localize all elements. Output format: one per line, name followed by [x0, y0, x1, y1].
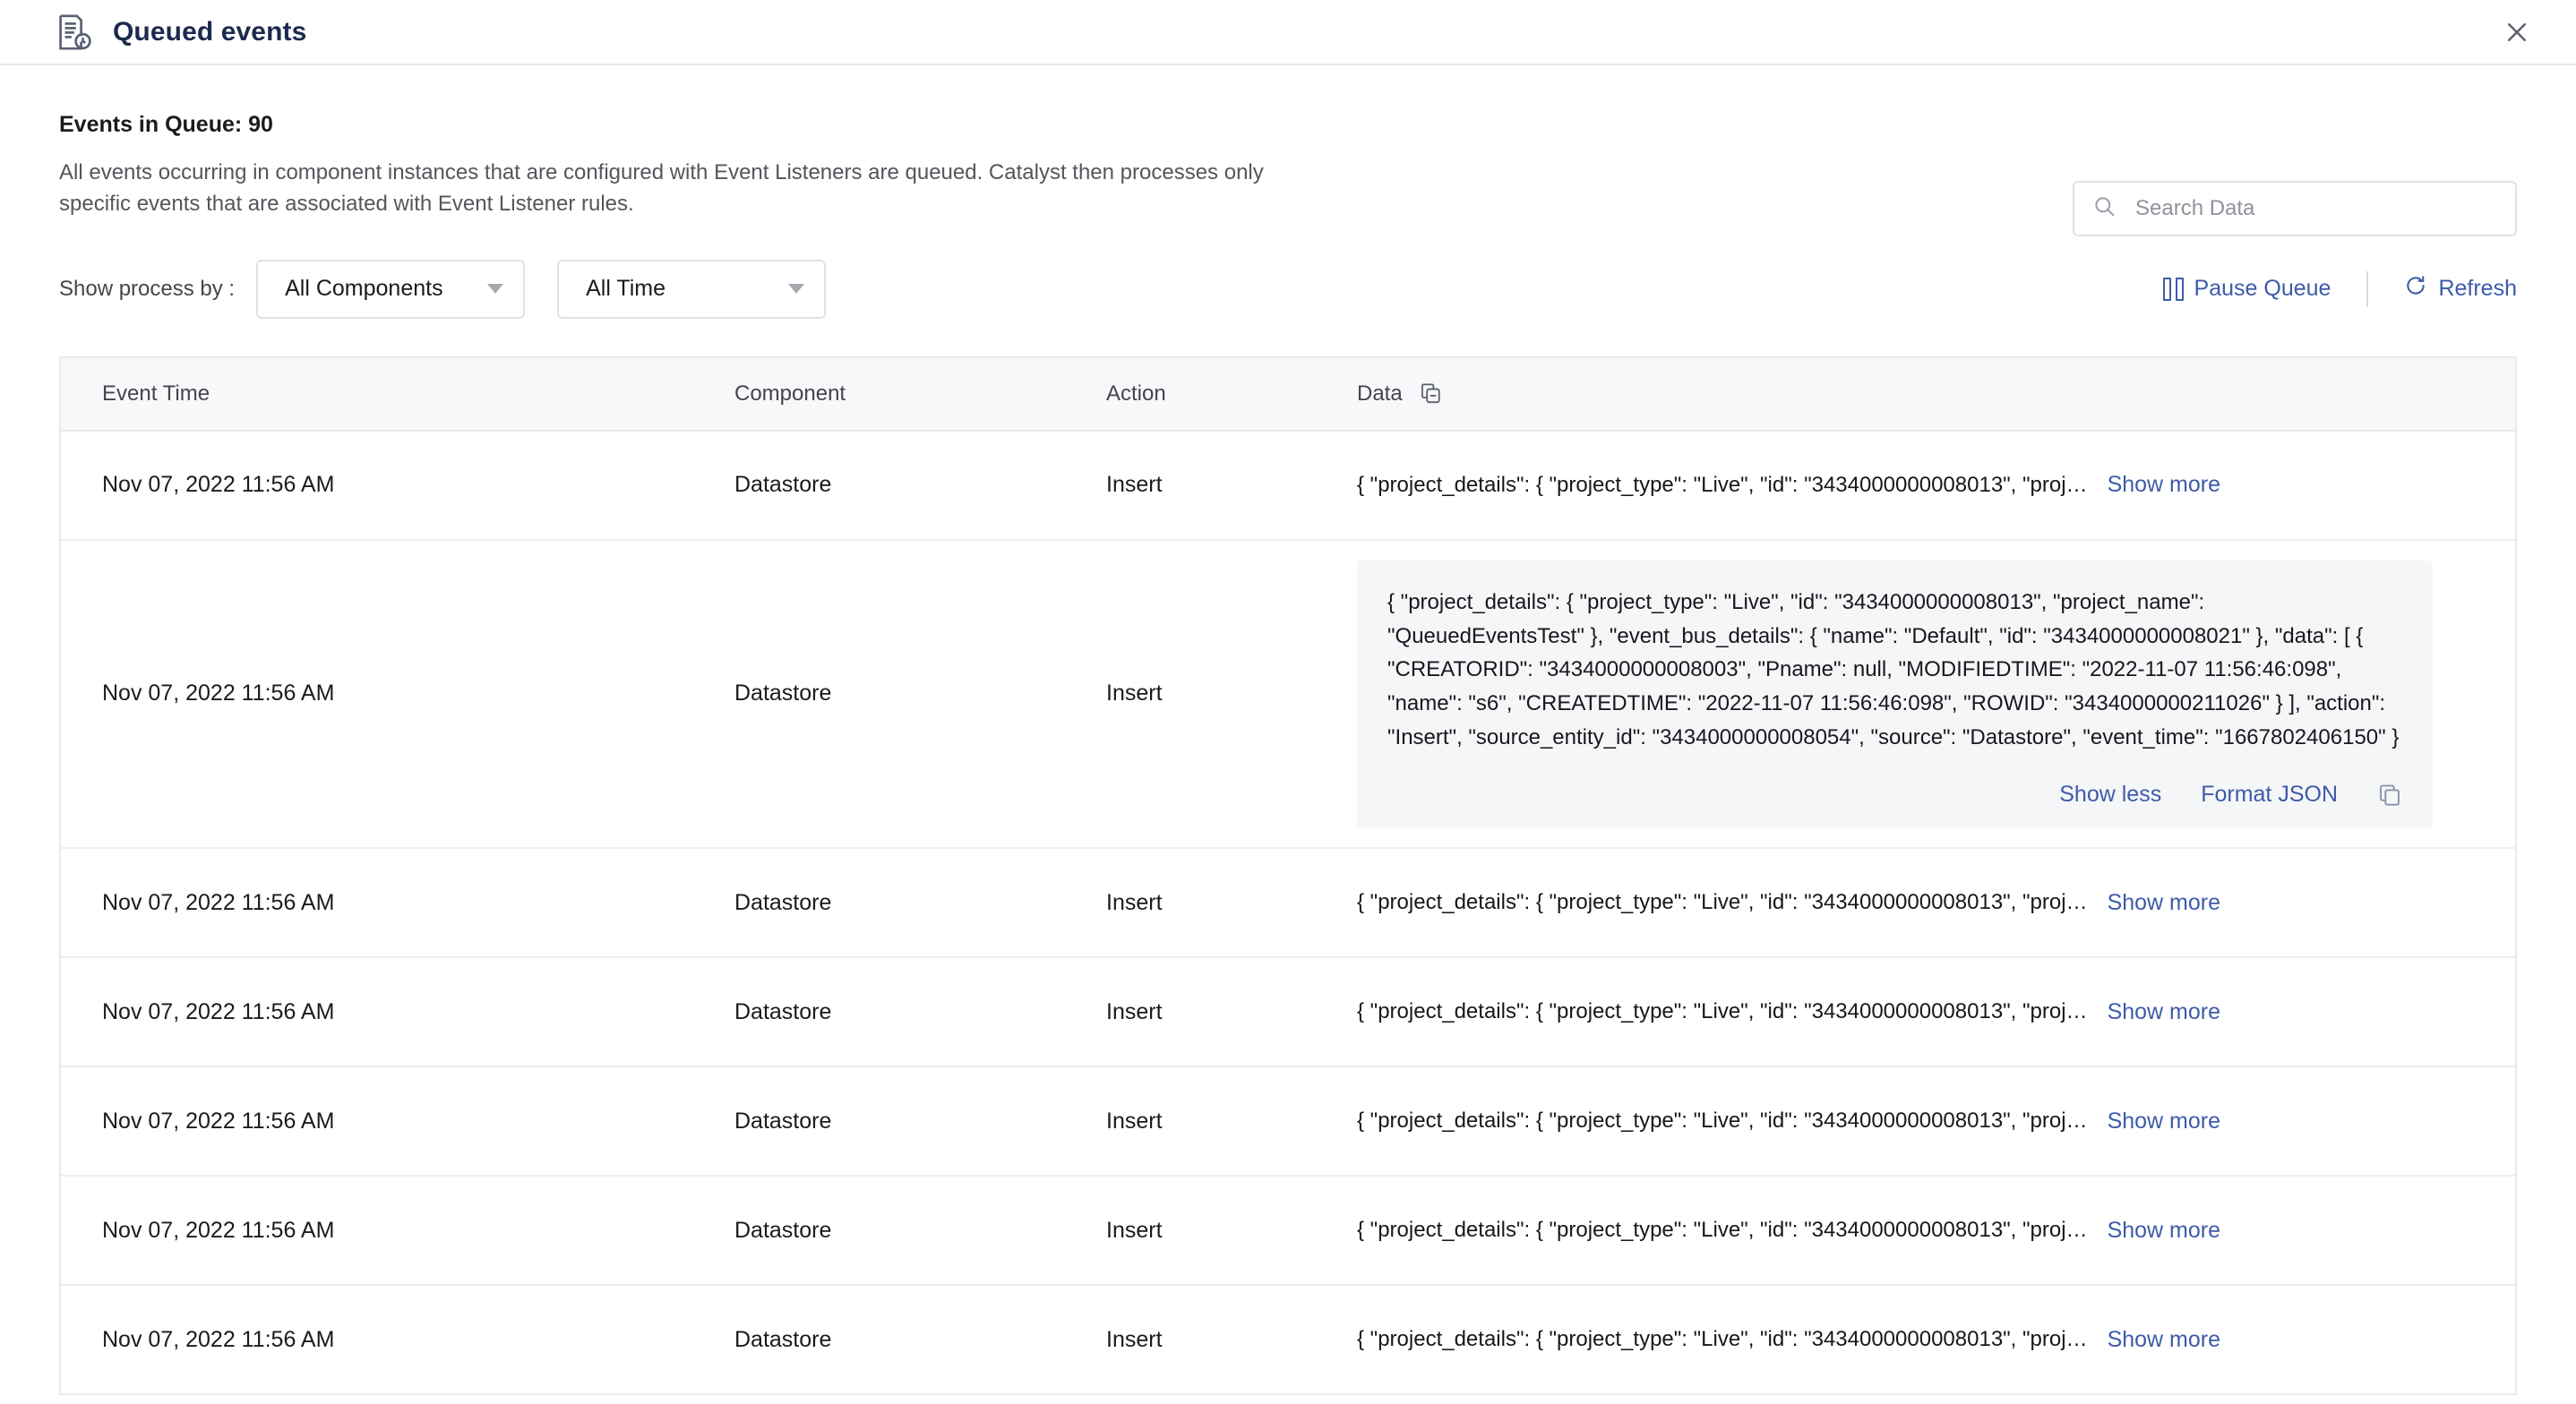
table-row[interactable]: Nov 07, 2022 11:56 AM Datastore Insert { "… — [61, 1177, 2515, 1287]
search-data-box[interactable] — [2073, 181, 2517, 236]
chevron-down-icon — [487, 284, 504, 295]
show-more-link[interactable]: Show more — [2108, 1218, 2220, 1244]
cell-component: Datastore — [734, 1108, 832, 1134]
cell-component: Datastore — [734, 681, 832, 706]
column-header-action: Action — [1106, 381, 1166, 406]
cell-action: Insert — [1106, 889, 1163, 915]
refresh-icon — [2404, 274, 2427, 304]
table-header-row: Event Time Component Action Data — [61, 357, 2515, 432]
cell-data: { "project_details": { "project_type": "… — [1357, 1218, 2515, 1244]
dialog-titlebar: Queued events — [0, 0, 2576, 65]
chevron-down-icon — [788, 284, 805, 295]
show-more-link[interactable]: Show more — [2108, 890, 2220, 916]
cell-action: Insert — [1106, 1217, 1163, 1243]
table-row[interactable]: Nov 07, 2022 11:56 AM Datastore Insert { "… — [61, 540, 2515, 850]
refresh-button[interactable]: Refresh — [2404, 274, 2517, 304]
cell-action: Insert — [1106, 472, 1163, 498]
cell-data: { "project_details": { "project_type": "… — [1357, 1327, 2515, 1353]
dialog-content: Events in Queue: 90 All events occurring… — [0, 112, 2576, 1396]
copy-icon[interactable] — [1419, 381, 1443, 406]
json-preview-text: { "project_details": { "project_type": "… — [1357, 1218, 2088, 1243]
cell-component: Datastore — [734, 472, 832, 498]
show-more-link[interactable]: Show more — [2108, 1327, 2220, 1353]
search-icon — [2092, 194, 2117, 223]
json-preview-text: { "project_details": { "project_type": "… — [1357, 472, 2088, 497]
page-title: Queued events — [113, 16, 307, 47]
action-divider — [2366, 270, 2369, 307]
events-in-queue-label: Events in Queue: 90 — [59, 112, 273, 137]
cell-event-time: Nov 07, 2022 11:56 AM — [102, 1326, 335, 1352]
cell-component: Datastore — [734, 889, 832, 915]
show-more-link[interactable]: Show more — [2108, 472, 2220, 498]
show-less-link[interactable]: Show less — [2059, 782, 2161, 808]
refresh-label: Refresh — [2438, 276, 2517, 302]
cell-data: { "project_details": { "project_type": "… — [1357, 999, 2515, 1025]
column-header-data: Data — [1357, 381, 2515, 407]
cell-data: { "project_details": { "project_type": "… — [1357, 890, 2515, 916]
close-icon[interactable] — [2497, 13, 2537, 52]
json-preview-text: { "project_details": { "project_type": "… — [1357, 1327, 2088, 1352]
cell-action: Insert — [1106, 681, 1163, 706]
time-filter-value: All Time — [586, 276, 665, 302]
column-header-component: Component — [734, 381, 846, 406]
cell-action: Insert — [1106, 1108, 1163, 1134]
format-json-link[interactable]: Format JSON — [2201, 782, 2338, 808]
cell-event-time: Nov 07, 2022 11:56 AM — [102, 889, 335, 915]
table-body: Nov 07, 2022 11:56 AM Datastore Insert { "… — [61, 431, 2515, 1396]
component-filter-value: All Components — [285, 276, 443, 302]
queued-events-table: Event Time Component Action Data Nov 07,… — [59, 355, 2517, 1396]
document-clock-icon — [52, 12, 93, 53]
json-expanded-panel: { "project_details": { "project_type": "… — [1357, 560, 2433, 828]
cell-data: { "project_details": { "project_type": "… — [1357, 1109, 2515, 1134]
search-input[interactable] — [2135, 196, 2497, 221]
copy-icon[interactable] — [2377, 783, 2402, 808]
pause-queue-label: Pause Queue — [2194, 276, 2331, 302]
queue-actions: Pause Queue Refresh — [2162, 260, 2517, 319]
cell-action: Insert — [1106, 998, 1163, 1024]
cell-component: Datastore — [734, 1326, 832, 1352]
page-description: All events occurring in component instan… — [59, 160, 1264, 216]
json-panel-actions: Show less Format JSON — [1387, 782, 2402, 808]
pause-queue-button[interactable]: Pause Queue — [2162, 276, 2331, 302]
cell-component: Datastore — [734, 998, 832, 1024]
filter-bar: Show process by : All Components All Tim… — [59, 259, 2517, 319]
cell-event-time: Nov 07, 2022 11:56 AM — [102, 998, 335, 1024]
column-header-data-label: Data — [1357, 381, 1403, 406]
json-preview-text: { "project_details": { "project_type": "… — [1357, 999, 2088, 1024]
show-process-by-label: Show process by : — [59, 276, 236, 301]
cell-event-time: Nov 07, 2022 11:56 AM — [102, 1217, 335, 1243]
json-preview-text: { "project_details": { "project_type": "… — [1357, 1109, 2088, 1134]
cell-action: Insert — [1106, 1326, 1163, 1352]
show-more-link[interactable]: Show more — [2108, 1109, 2220, 1134]
json-full-text: { "project_details": { "project_type": "… — [1387, 589, 2400, 750]
cell-data: { "project_details": { "project_type": "… — [1357, 541, 2515, 848]
cell-event-time: Nov 07, 2022 11:56 AM — [102, 472, 335, 498]
cell-event-time: Nov 07, 2022 11:56 AM — [102, 1108, 335, 1134]
show-more-link[interactable]: Show more — [2108, 999, 2220, 1025]
component-filter-select[interactable]: All Components — [256, 259, 526, 319]
cell-data: { "project_details": { "project_type": "… — [1357, 472, 2515, 498]
column-header-event-time: Event Time — [102, 381, 210, 406]
table-row[interactable]: Nov 07, 2022 11:56 AM Datastore Insert { "… — [61, 431, 2515, 541]
pause-icon — [2162, 277, 2184, 301]
cell-component: Datastore — [734, 1217, 832, 1243]
table-row[interactable]: Nov 07, 2022 11:56 AM Datastore Insert { "… — [61, 849, 2515, 959]
json-preview-text: { "project_details": { "project_type": "… — [1357, 890, 2088, 915]
table-row[interactable]: Nov 07, 2022 11:56 AM Datastore Insert { "… — [61, 958, 2515, 1068]
table-row[interactable]: Nov 07, 2022 11:56 AM Datastore Insert { "… — [61, 1067, 2515, 1177]
time-filter-select[interactable]: All Time — [557, 259, 827, 319]
cell-event-time: Nov 07, 2022 11:56 AM — [102, 681, 335, 706]
table-row[interactable]: Nov 07, 2022 11:56 AM Datastore Insert { "… — [61, 1286, 2515, 1396]
